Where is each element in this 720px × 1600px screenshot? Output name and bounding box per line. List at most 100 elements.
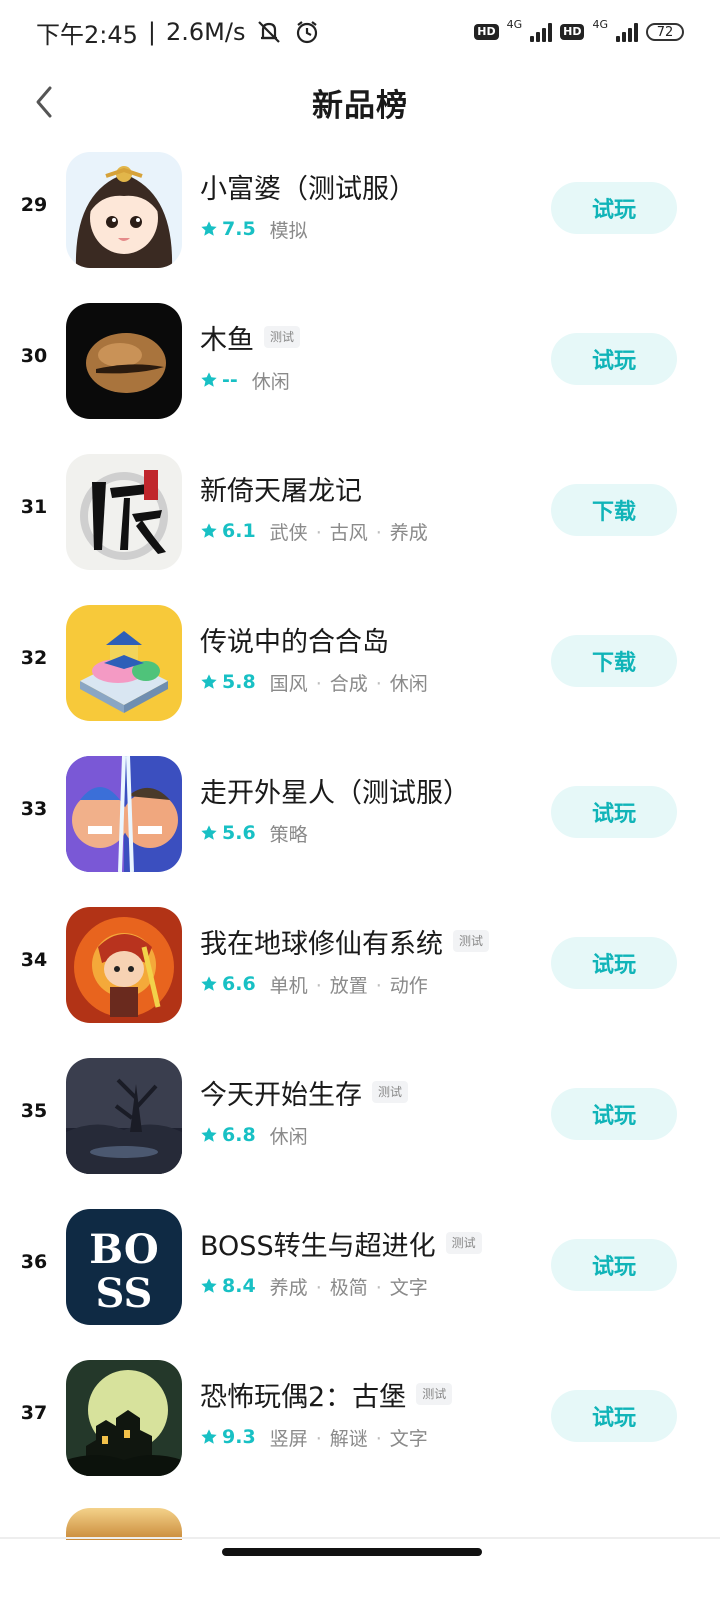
category-tag: 放置 xyxy=(329,974,368,997)
app-list-item[interactable]: 35 今天开始生存 测试 6.8 休闲 试玩 xyxy=(0,1056,720,1207)
hd-badge-secondary: HD xyxy=(560,24,585,40)
network-type-label-secondary: 4G xyxy=(592,17,608,31)
ranking-list: 29 小富婆（测试服） 7.5 模拟 试玩 30 木鱼 测试 -- 休闲 试玩 … xyxy=(0,150,720,1509)
app-meta: 9.3 竖屏 · 解谜 · 文字 xyxy=(200,1422,540,1452)
rating-score: 8.4 xyxy=(222,1275,256,1297)
category-tags: 竖屏 · 解谜 · 文字 xyxy=(270,1424,428,1451)
trial-play-button[interactable]: 试玩 xyxy=(551,1088,677,1140)
app-name[interactable]: 走开外星人（测试服） xyxy=(200,771,470,810)
partial-app-icon xyxy=(66,1508,182,1540)
app-name[interactable]: 我在地球修仙有系统 xyxy=(200,922,443,961)
anime-girl-icon[interactable] xyxy=(66,152,182,268)
app-name[interactable]: 新倚天屠龙记 xyxy=(200,469,362,508)
wooden-fish-icon[interactable] xyxy=(66,303,182,419)
download-button[interactable]: 下载 xyxy=(551,484,677,536)
category-tag: 养成 xyxy=(389,521,428,544)
category-tags: 单机 · 放置 · 动作 xyxy=(270,971,428,998)
category-tags: 国风 · 合成 · 休闲 xyxy=(270,669,428,696)
app-list-item[interactable]: 37 恐怖玩偶2：古堡 测试 9.3 竖屏 · 解谜 · 文字 试玩 xyxy=(0,1358,720,1509)
alarm-clock-icon xyxy=(297,21,318,44)
category-tag: 文字 xyxy=(389,1427,428,1450)
app-name-line: 传说中的合合岛 xyxy=(200,619,540,659)
app-meta: -- 休闲 xyxy=(200,365,540,395)
category-tag: 养成 xyxy=(269,1276,308,1299)
app-name[interactable]: 木鱼 xyxy=(200,318,254,357)
rating-score: 9.3 xyxy=(222,1426,256,1448)
rank-number: 37 xyxy=(20,1402,48,1424)
test-badge: 测试 xyxy=(264,326,301,348)
app-name-line: 小富婆（测试服） xyxy=(200,166,540,206)
tag-separator: · xyxy=(375,521,382,544)
app-info: 新倚天屠龙记 6.1 武侠 · 古风 · 养成 xyxy=(200,468,540,546)
app-name[interactable]: 传说中的合合岛 xyxy=(200,620,389,659)
app-name[interactable]: BOSS转生与超进化 xyxy=(200,1224,436,1263)
tag-separator: · xyxy=(375,1427,382,1450)
app-name-line: 新倚天屠龙记 xyxy=(200,468,540,508)
trial-play-button[interactable]: 试玩 xyxy=(551,786,677,838)
category-tag: 竖屏 xyxy=(269,1427,308,1450)
trial-play-button[interactable]: 试玩 xyxy=(551,182,677,234)
app-info: 恐怖玩偶2：古堡 测试 9.3 竖屏 · 解谜 · 文字 xyxy=(200,1374,540,1452)
category-tag: 文字 xyxy=(389,1276,428,1299)
app-meta: 6.8 休闲 xyxy=(200,1120,540,1150)
rating-score: 6.8 xyxy=(222,1124,256,1146)
rank-number: 36 xyxy=(20,1251,48,1273)
star-icon xyxy=(201,1278,217,1293)
category-tag: 休闲 xyxy=(389,672,428,695)
boss-logo-icon[interactable]: BO SS xyxy=(66,1209,182,1325)
app-list-item[interactable]: 34 我在地球修仙有系统 测试 6.6 单机 · 放置 · 动作 试玩 xyxy=(0,905,720,1056)
bottom-divider xyxy=(0,1537,720,1539)
app-info: 走开外星人（测试服） 5.6 策略 xyxy=(200,770,540,848)
star-icon xyxy=(201,1127,217,1142)
app-list-item[interactable]: 29 小富婆（测试服） 7.5 模拟 试玩 xyxy=(0,150,720,301)
fire-warrior-icon[interactable] xyxy=(66,907,182,1023)
category-tag: 古风 xyxy=(329,521,368,544)
category-tags: 休闲 xyxy=(252,367,290,394)
back-button[interactable] xyxy=(22,80,66,124)
app-name-line: BOSS转生与超进化 测试 xyxy=(200,1223,540,1263)
dark-forest-icon[interactable] xyxy=(66,1058,182,1174)
page-header: 新品榜 xyxy=(0,66,720,138)
island-temple-icon[interactable] xyxy=(66,605,182,721)
app-list-item[interactable]: 32 传说中的合合岛 5.8 国风 · 合成 · 休闲 下载 xyxy=(0,603,720,754)
rank-number: 31 xyxy=(20,496,48,518)
tag-separator: · xyxy=(315,1427,322,1450)
app-list-item[interactable]: 31 新倚天屠龙记 6.1 武侠 · 古风 · 养成 下载 xyxy=(0,452,720,603)
trial-play-button[interactable]: 试玩 xyxy=(551,1390,677,1442)
versus-fighters-icon[interactable] xyxy=(66,756,182,872)
app-list-item[interactable]: 33 走开外星人（测试服） 5.6 策略 试玩 xyxy=(0,754,720,905)
category-tag: 极简 xyxy=(329,1276,368,1299)
app-info: 今天开始生存 测试 6.8 休闲 xyxy=(200,1072,540,1150)
app-name[interactable]: 小富婆（测试服） xyxy=(200,167,416,206)
app-meta: 5.8 国风 · 合成 · 休闲 xyxy=(200,667,540,697)
test-badge: 测试 xyxy=(372,1081,409,1103)
category-tag: 休闲 xyxy=(251,370,290,393)
category-tag: 单机 xyxy=(269,974,308,997)
signal-strength-icon-secondary xyxy=(616,22,638,42)
app-name[interactable]: 今天开始生存 xyxy=(200,1073,362,1112)
download-button[interactable]: 下载 xyxy=(551,635,677,687)
app-name[interactable]: 恐怖玩偶2：古堡 xyxy=(200,1375,406,1414)
app-meta: 6.1 武侠 · 古风 · 养成 xyxy=(200,516,540,546)
calligraphy-icon[interactable] xyxy=(66,454,182,570)
rating-score: -- xyxy=(222,369,238,391)
rating-score: 7.5 xyxy=(222,218,256,240)
tag-separator: · xyxy=(375,1276,382,1299)
rating-score: 6.1 xyxy=(222,520,256,542)
app-name-line: 我在地球修仙有系统 测试 xyxy=(200,921,540,961)
app-list-item[interactable]: 30 木鱼 测试 -- 休闲 试玩 xyxy=(0,301,720,452)
rank-number: 34 xyxy=(20,949,48,971)
app-info: 我在地球修仙有系统 测试 6.6 单机 · 放置 · 动作 xyxy=(200,921,540,999)
boss-logo-text-top: BO xyxy=(89,1226,158,1273)
app-list-item[interactable]: 36 BO SS BOSS转生与超进化 测试 8.4 养成 · 极简 · 文字 试玩 xyxy=(0,1207,720,1358)
star-icon xyxy=(201,674,217,689)
trial-play-button[interactable]: 试玩 xyxy=(551,1239,677,1291)
haunted-castle-icon[interactable] xyxy=(66,1360,182,1476)
trial-play-button[interactable]: 试玩 xyxy=(551,333,677,385)
home-indicator[interactable] xyxy=(222,1548,482,1556)
star-icon xyxy=(201,976,217,991)
app-info: 木鱼 测试 -- 休闲 xyxy=(200,317,540,395)
status-right: HD 4G HD 4G 72 xyxy=(474,18,684,42)
trial-play-button[interactable]: 试玩 xyxy=(551,937,677,989)
category-tag: 解谜 xyxy=(329,1427,368,1450)
